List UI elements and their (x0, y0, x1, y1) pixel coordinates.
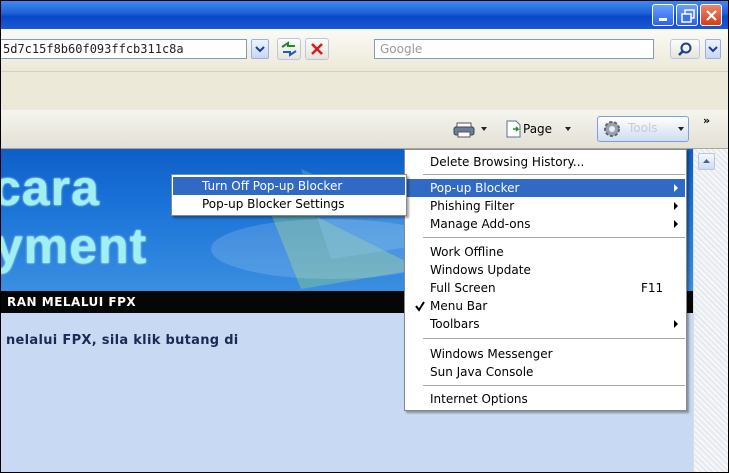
chevron-down-icon (565, 127, 571, 131)
restore-button[interactable] (676, 4, 698, 26)
search-options-button[interactable] (705, 39, 721, 59)
menu-item-label: Phishing Filter (430, 199, 515, 213)
menu-item-menu-bar[interactable]: Menu Bar (406, 297, 685, 315)
command-bar: Page Tools » (1, 110, 728, 149)
menu-item-label: Pop-up Blocker (430, 181, 520, 195)
submenu-arrow-icon (674, 202, 678, 210)
menu-item-windows-update[interactable]: Windows Update (406, 261, 685, 279)
menu-separator (423, 237, 685, 238)
menu-bar (1, 72, 728, 111)
menu-item-label: Toolbars (430, 317, 480, 331)
page-icon (506, 120, 521, 138)
address-toolbar: 5d7c15f8b60f093ffcb311c8a Google (1, 29, 728, 72)
menu-separator (423, 385, 685, 386)
refresh-button[interactable] (277, 38, 301, 60)
section-banner-text: RAN MELALUI FPX (7, 295, 137, 309)
menu-item-label: Sun Java Console (430, 365, 534, 379)
menu-item-full-screen[interactable]: Full Screen F11 (406, 279, 685, 297)
tools-menu: Delete Browsing History... Pop-up Blocke… (404, 149, 687, 411)
menu-item-label: Manage Add-ons (430, 217, 531, 231)
minimize-button[interactable] (652, 4, 674, 26)
chevron-down-icon (708, 46, 718, 53)
checkmark-icon (415, 301, 425, 312)
submenu-arrow-icon (674, 320, 678, 328)
hero-title-line-1: cara (1, 160, 100, 216)
menu-item-label: Delete Browsing History... (430, 155, 585, 169)
submenu-arrow-icon (674, 184, 678, 192)
menu-item-internet-options[interactable]: Internet Options (406, 390, 685, 408)
menu-item-windows-messenger[interactable]: Windows Messenger (406, 345, 685, 363)
search-button[interactable] (670, 39, 700, 59)
menu-item-sun-java-console[interactable]: Sun Java Console (406, 363, 685, 381)
print-button[interactable] (451, 117, 507, 141)
scroll-up-button[interactable] (698, 153, 715, 170)
menu-item-label: Windows Update (430, 263, 531, 277)
toolbar-overflow-button[interactable]: » (703, 114, 710, 127)
menu-separator (423, 174, 685, 175)
menu-item-delete-browsing-history[interactable]: Delete Browsing History... (406, 153, 685, 171)
menu-item-popup-blocker-settings[interactable]: Pop-up Blocker Settings (173, 195, 405, 213)
address-input[interactable]: 5d7c15f8b60f093ffcb311c8a (1, 39, 247, 59)
close-icon (706, 10, 717, 21)
minimize-icon (659, 18, 667, 21)
menu-item-label: Turn Off Pop-up Blocker (202, 179, 343, 193)
search-input[interactable]: Google (374, 39, 654, 59)
restore-icon (681, 9, 695, 23)
menu-item-manage-add-ons[interactable]: Manage Add-ons (406, 215, 685, 233)
stop-button[interactable] (305, 38, 329, 60)
address-dropdown-button[interactable] (251, 39, 269, 59)
submenu-arrow-icon (674, 220, 678, 228)
chevron-down-icon (255, 46, 265, 53)
menu-item-popup-blocker[interactable]: Pop-up Blocker (406, 179, 685, 197)
menu-item-label: Windows Messenger (430, 347, 553, 361)
page-menu-button[interactable]: Page (503, 117, 593, 141)
menu-item-phishing-filter[interactable]: Phishing Filter (406, 197, 685, 215)
refresh-icon (281, 41, 297, 57)
search-icon (678, 42, 692, 56)
title-bar (1, 1, 728, 29)
menu-item-label: Full Screen (430, 281, 496, 295)
print-icon (453, 122, 487, 138)
tools-menu-button[interactable]: Tools (597, 116, 689, 142)
vertical-scrollbar[interactable] (693, 149, 728, 472)
stop-icon (311, 43, 323, 55)
popup-blocker-submenu: Turn Off Pop-up Blocker Pop-up Blocker S… (171, 174, 407, 216)
close-button[interactable] (700, 4, 722, 26)
menu-item-toolbars[interactable]: Toolbars (406, 315, 685, 333)
menu-item-shortcut: F11 (641, 281, 664, 295)
tools-menu-label: Tools (628, 121, 658, 135)
hero-title-line-2: yment (1, 218, 148, 274)
menu-item-label: Work Offline (430, 245, 504, 259)
menu-item-label: Menu Bar (430, 299, 488, 313)
chevron-up-icon (703, 159, 710, 163)
menu-item-label: Pop-up Blocker Settings (202, 197, 345, 211)
browser-window: 5d7c15f8b60f093ffcb311c8a Google Page To… (0, 0, 729, 473)
menu-item-turn-off-popup-blocker[interactable]: Turn Off Pop-up Blocker (173, 177, 405, 195)
chevron-down-icon (678, 127, 684, 131)
gear-icon (604, 121, 620, 137)
menu-item-label: Internet Options (430, 392, 528, 406)
menu-separator (423, 338, 685, 339)
menu-item-work-offline[interactable]: Work Offline (406, 243, 685, 261)
body-text: nelalui FPX, sila klik butang di (6, 333, 239, 348)
page-menu-label: Page (523, 122, 553, 136)
